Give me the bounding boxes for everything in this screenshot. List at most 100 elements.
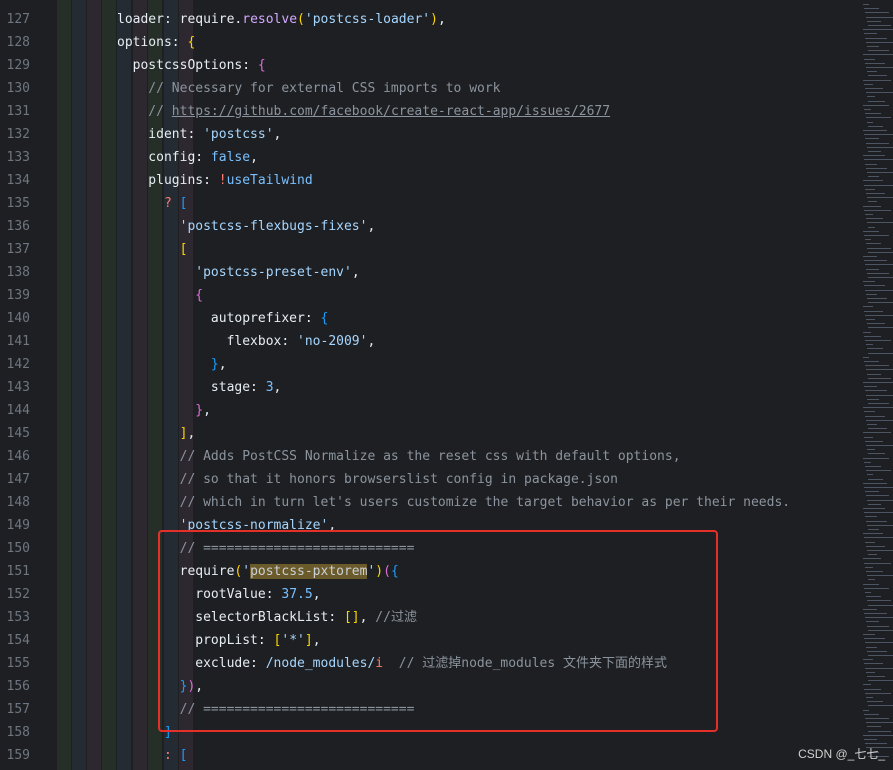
code-token: loader:	[117, 12, 180, 27]
minimap-line	[867, 499, 893, 501]
minimap-line	[863, 684, 871, 686]
code-token: ,	[203, 403, 211, 418]
minimap-line	[867, 474, 873, 476]
code-line[interactable]: ],	[117, 422, 196, 445]
code-token: ,	[187, 426, 196, 441]
code-line[interactable]: 'postcss-normalize',	[117, 514, 337, 537]
indent-guide	[102, 0, 116, 770]
code-token: []	[343, 610, 360, 625]
code-token: '*'	[281, 633, 305, 648]
code-token: // ===========================	[117, 541, 415, 556]
minimap-line	[867, 701, 883, 703]
code-line[interactable]: : [	[117, 744, 188, 767]
code-line[interactable]: postcssOptions: {	[117, 54, 266, 77]
minimap-line	[863, 608, 877, 610]
minimap-line	[868, 705, 893, 707]
code-token: //过滤	[375, 610, 417, 625]
code-line[interactable]: }),	[117, 675, 204, 698]
line-number: 135	[6, 196, 30, 211]
minimap-line	[864, 562, 891, 564]
code-area[interactable]: loader: require.resolve('postcss-loader'…	[40, 0, 855, 770]
code-line[interactable]: // which in turn let's users customize t…	[117, 491, 790, 514]
code-line[interactable]: require('postcss-pxtorem')({	[117, 560, 399, 583]
watermark: CSDN @_七七_	[798, 747, 885, 761]
code-line[interactable]: {	[117, 284, 203, 307]
code-token: }	[117, 357, 219, 372]
code-line[interactable]: rootValue: 37.5,	[117, 583, 321, 606]
code-line[interactable]: options: {	[117, 31, 195, 54]
code-line[interactable]: autoprefixer: {	[117, 307, 328, 330]
code-token: false	[210, 150, 251, 165]
minimap[interactable]	[855, 0, 893, 770]
minimap-line	[868, 302, 893, 304]
minimap-line	[864, 58, 875, 60]
code-line[interactable]: propList: ['*'],	[117, 629, 320, 652]
minimap-line	[865, 12, 889, 14]
code-line[interactable]: // ===========================	[117, 698, 415, 721]
code-token: require	[117, 564, 235, 579]
code-line[interactable]: config: false,	[117, 146, 258, 169]
code-line[interactable]: loader: require.resolve('postcss-loader'…	[117, 8, 446, 31]
minimap-line	[863, 533, 883, 535]
line-number: 151	[6, 564, 30, 579]
minimap-line	[865, 163, 877, 165]
code-token: postcssOptions:	[117, 58, 258, 73]
code-line[interactable]: // Necessary for external CSS imports to…	[117, 77, 500, 100]
minimap-line	[866, 92, 893, 94]
code-line[interactable]: // https://github.com/facebook/create-re…	[117, 100, 610, 123]
minimap-line	[864, 209, 891, 211]
code-line[interactable]: ]	[117, 721, 172, 744]
code-line[interactable]: selectorBlackList: [], //过滤	[117, 606, 417, 629]
minimap-line	[865, 390, 887, 392]
minimap-line	[868, 403, 889, 404]
code-token: ,	[367, 334, 376, 349]
minimap-line	[864, 235, 889, 236]
line-number: 141	[6, 334, 30, 349]
line-number: 137	[6, 242, 30, 257]
code-line[interactable]: [	[117, 238, 188, 261]
code-line[interactable]: plugins: !useTailwind	[117, 169, 312, 192]
code-editor[interactable]: 127 128 129 130 131 132 133 134 135 136 137 138 139 1…	[0, 0, 893, 770]
code-line[interactable]: },	[117, 353, 227, 376]
minimap-line	[866, 520, 887, 522]
line-number: 149	[6, 518, 30, 533]
minimap-line	[865, 239, 871, 241]
minimap-line	[866, 369, 893, 371]
code-token: ]	[117, 725, 172, 740]
minimap-line	[868, 277, 893, 278]
code-line[interactable]: exclude: /node_modules/i // 过滤掉node_modu…	[117, 652, 667, 675]
minimap-line	[864, 310, 883, 312]
code-token: // 过滤掉node_modules 文件夹下面的样式	[398, 656, 668, 671]
code-line[interactable]: // Adds PostCSS Normalize as the reset c…	[117, 445, 681, 468]
minimap-line	[864, 587, 889, 589]
code-token: ,	[273, 127, 282, 142]
code-line[interactable]: ? [	[117, 192, 188, 215]
line-number: 155	[6, 656, 30, 671]
indent-guide	[72, 0, 86, 770]
code-line[interactable]: // so that it honors browserslist config…	[117, 468, 618, 491]
code-line[interactable]: },	[117, 399, 211, 422]
code-line[interactable]: 'postcss-flexbugs-fixes',	[117, 215, 376, 238]
code-token: ]	[304, 633, 313, 648]
code-token: selectorBlackList:	[117, 610, 344, 625]
minimap-line	[865, 566, 873, 568]
code-line[interactable]: 'postcss-preset-env',	[117, 261, 359, 284]
code-token: 'postcss-flexbugs-fixes'	[117, 219, 368, 234]
minimap-line	[866, 697, 873, 698]
code-token: 'no-2009'	[297, 334, 368, 349]
code-line[interactable]: stage: 3,	[117, 376, 281, 399]
minimap-line	[867, 121, 873, 123]
code-token: postcss-pxtorem	[250, 564, 368, 579]
code-token: //	[117, 104, 172, 119]
minimap-line	[867, 20, 881, 22]
code-token: ,	[312, 587, 321, 602]
minimap-line	[867, 524, 893, 526]
code-line[interactable]: // ===========================	[117, 537, 415, 560]
minimap-line	[867, 650, 887, 652]
minimap-line	[866, 419, 893, 421]
code-line[interactable]: flexbox: 'no-2009',	[117, 330, 376, 353]
code-line[interactable]: ident: 'postcss',	[117, 123, 281, 146]
minimap-line	[868, 151, 881, 152]
minimap-line	[864, 512, 893, 514]
